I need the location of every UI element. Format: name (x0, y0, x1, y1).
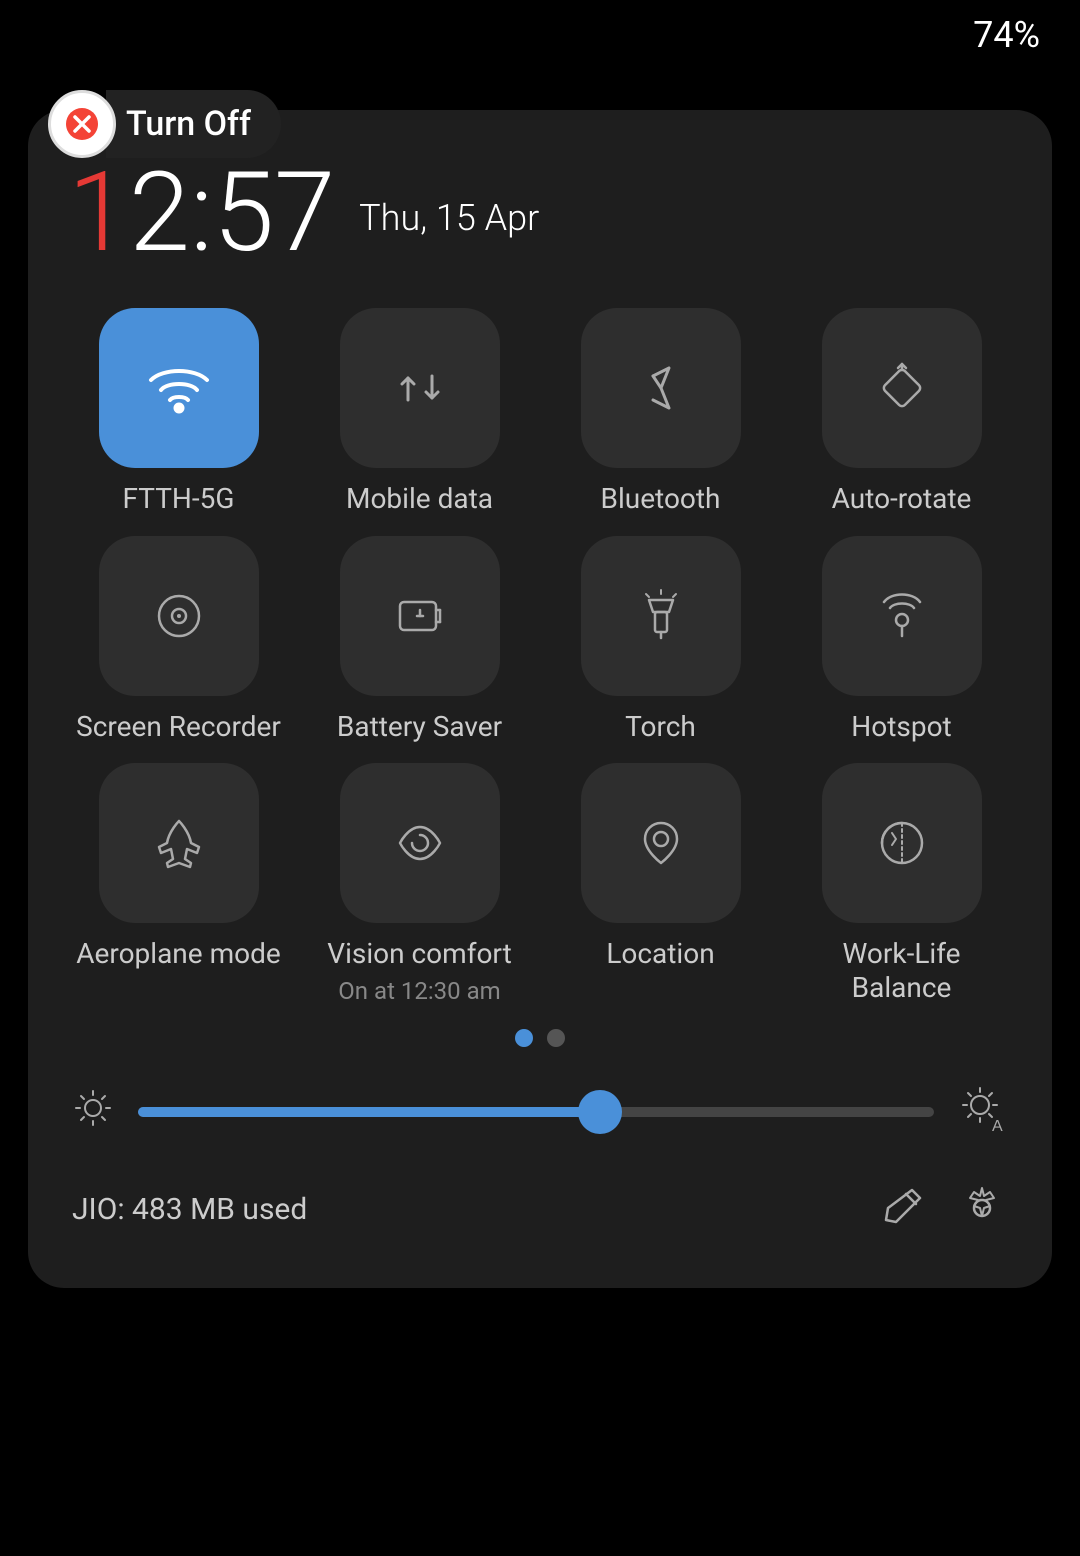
aeroplane-icon (147, 811, 211, 875)
data-usage-label: JIO: 483 MB used (72, 1192, 307, 1227)
page-dots (68, 1029, 1012, 1047)
auto-rotate-icon-wrap (822, 308, 982, 468)
turn-off-popup[interactable]: Turn Off (48, 90, 281, 158)
work-life-balance-icon-wrap (822, 763, 982, 923)
clock-time: 12:57 (68, 158, 335, 268)
bluetooth-icon-wrap (581, 308, 741, 468)
torch-icon-wrap (581, 536, 741, 696)
mobile-data-icon (388, 356, 452, 420)
tile-battery-saver-label: Battery Saver (337, 710, 502, 744)
bottom-bar: JIO: 483 MB used (68, 1182, 1012, 1238)
clock-area: 12:57 Thu, 15 Apr (68, 158, 1012, 268)
edit-button[interactable] (876, 1182, 928, 1238)
tile-vision-comfort[interactable]: Vision comfort On at 12:30 am (309, 763, 530, 1005)
tile-torch-label: Torch (625, 710, 696, 744)
turn-off-label[interactable]: Turn Off (106, 90, 281, 158)
tile-torch[interactable]: Torch (550, 536, 771, 744)
brightness-track[interactable] (138, 1107, 934, 1117)
tile-battery-saver[interactable]: Battery Saver (309, 536, 530, 744)
svg-text:A: A (992, 1118, 1003, 1133)
location-icon (629, 811, 693, 875)
battery-saver-icon-wrap (340, 536, 500, 696)
clock-date: Thu, 15 Apr (359, 197, 539, 239)
brightness-fill (138, 1107, 600, 1117)
tile-location[interactable]: Location (550, 763, 771, 1005)
tile-hotspot-label: Hotspot (851, 710, 951, 744)
settings-icon (956, 1182, 1008, 1234)
screen-recorder-icon-wrap (99, 536, 259, 696)
tile-screen-recorder[interactable]: Screen Recorder (68, 536, 289, 744)
hotspot-icon (870, 584, 934, 648)
turn-off-x-button[interactable] (48, 90, 116, 158)
location-icon-wrap (581, 763, 741, 923)
work-life-balance-icon (870, 811, 934, 875)
x-icon (64, 106, 100, 142)
clock-digits-rest: 2:57 (129, 148, 335, 277)
tile-bluetooth-label: Bluetooth (601, 482, 721, 516)
vision-comfort-icon (388, 811, 452, 875)
tile-work-life-balance-label: Work-Life Balance (791, 937, 1012, 1004)
bluetooth-icon (629, 356, 693, 420)
tile-work-life-balance[interactable]: Work-Life Balance (791, 763, 1012, 1005)
mobile-data-icon-wrap (340, 308, 500, 468)
brightness-low-icon (72, 1087, 114, 1138)
tile-mobile-data-label: Mobile data (346, 482, 493, 516)
tiles-grid: FTTH-5G Mobile data Blueto (68, 308, 1012, 1005)
hotspot-icon-wrap (822, 536, 982, 696)
tile-vision-comfort-sublabel: On at 12:30 am (338, 977, 500, 1005)
quick-settings-panel: 12:57 Thu, 15 Apr Turn Off (28, 110, 1052, 1288)
bottom-actions (876, 1182, 1008, 1238)
wifi-icon (143, 352, 215, 424)
battery-percentage: 74% (973, 14, 1040, 56)
screen-recorder-icon (147, 584, 211, 648)
brightness-auto-icon: A (958, 1083, 1008, 1142)
wifi-tile-icon (99, 308, 259, 468)
settings-button[interactable] (956, 1182, 1008, 1238)
tile-hotspot[interactable]: Hotspot (791, 536, 1012, 744)
tile-auto-rotate-label: Auto-rotate (832, 482, 972, 516)
tile-location-label: Location (606, 937, 714, 971)
tile-aeroplane-mode[interactable]: Aeroplane mode (68, 763, 289, 1005)
status-bar: 74% (0, 0, 1080, 70)
tile-mobile-data[interactable]: Mobile data (309, 308, 530, 516)
page-dot-2[interactable] (547, 1029, 565, 1047)
battery-saver-icon (388, 584, 452, 648)
torch-icon (629, 584, 693, 648)
aeroplane-icon-wrap (99, 763, 259, 923)
clock-digit-1: 1 (68, 148, 129, 277)
tile-wifi[interactable]: FTTH-5G (68, 308, 289, 516)
tile-aeroplane-label: Aeroplane mode (76, 937, 280, 971)
tile-wifi-label: FTTH-5G (123, 482, 235, 516)
tile-auto-rotate[interactable]: Auto-rotate (791, 308, 1012, 516)
tile-bluetooth[interactable]: Bluetooth (550, 308, 771, 516)
tile-screen-recorder-label: Screen Recorder (76, 710, 281, 744)
edit-icon (876, 1182, 928, 1234)
vision-comfort-icon-wrap (340, 763, 500, 923)
brightness-row: A (68, 1083, 1012, 1142)
auto-rotate-icon (870, 356, 934, 420)
page-dot-1[interactable] (515, 1029, 533, 1047)
tile-vision-comfort-label: Vision comfort (327, 937, 512, 971)
brightness-thumb[interactable] (578, 1090, 622, 1134)
